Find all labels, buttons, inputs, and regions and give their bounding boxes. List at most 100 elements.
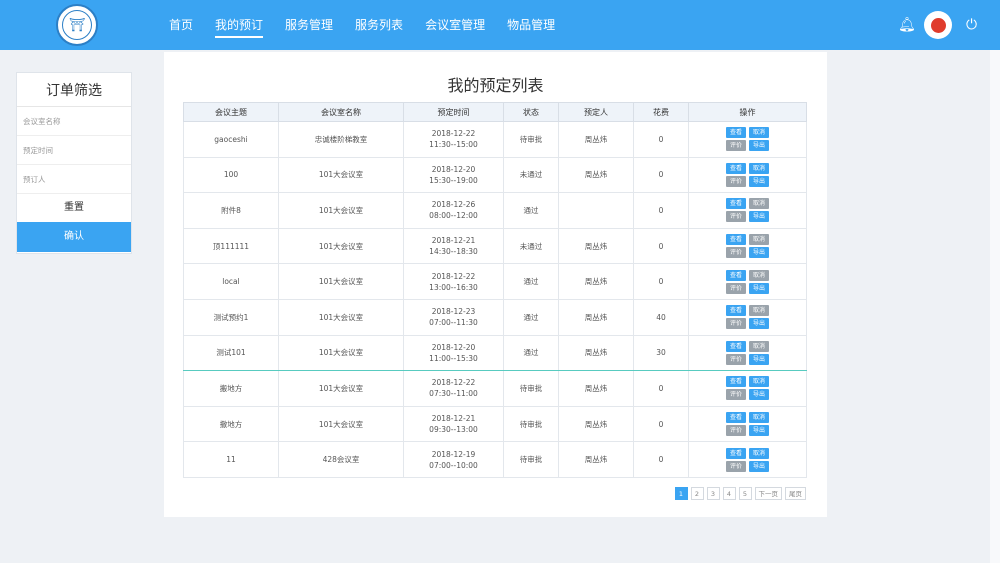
export-button[interactable]: 导出 xyxy=(749,247,769,259)
room-name-field[interactable]: 会议室名称 xyxy=(17,107,131,136)
cell-topic: 顶111111 xyxy=(183,227,279,265)
scrollbar-track[interactable] xyxy=(990,50,1000,563)
reset-button[interactable]: 重置 xyxy=(17,194,131,222)
cancel-button[interactable]: 取消 xyxy=(749,305,769,317)
table-row[interactable]: 撒地方 101大会议室 2018-12-21 09:30--13:00 待审批 周丛炜 0 查… xyxy=(183,405,807,443)
nav-service-list[interactable]: 服务列表 xyxy=(344,0,414,50)
table-row[interactable]: 顶111111 101大会议室 2018-12-21 14:30--18:30 未通过周… xyxy=(183,227,807,265)
nav-service-management[interactable]: 服务管理 xyxy=(274,0,344,50)
view-button[interactable]: 查看 xyxy=(726,447,746,459)
page-button-1[interactable]: 1 xyxy=(674,487,688,500)
view-button[interactable]: 查看 xyxy=(726,162,746,174)
logo[interactable]: ⛩ xyxy=(56,4,98,46)
cancel-button[interactable]: 取消 xyxy=(749,127,769,139)
export-button[interactable]: 导出 xyxy=(749,353,769,365)
next-page-button[interactable]: 下一页 xyxy=(754,487,782,500)
view-button[interactable]: 查看 xyxy=(726,412,746,424)
cell-room: 428会议室 xyxy=(278,441,404,478)
view-button[interactable]: 查看 xyxy=(726,376,746,388)
export-button[interactable]: 导出 xyxy=(749,460,769,472)
nav-item-management[interactable]: 物品管理 xyxy=(496,0,566,50)
rate-button[interactable]: 评价 xyxy=(726,425,746,437)
table-row[interactable]: 11 428会议室 2018-12-19 07:00--10:00 待审批 周丛炜 0 查看取… xyxy=(183,441,807,478)
cancel-button[interactable]: 取消 xyxy=(749,412,769,424)
cell-time-range: 07:30--11:00 xyxy=(429,389,478,399)
cell-booker: 周丛炜 xyxy=(558,121,634,158)
view-button[interactable]: 查看 xyxy=(726,198,746,210)
table-row[interactable]: 100 101大会议室 2018-12-20 15:30--19:00 未通过 周丛炜 0 查… xyxy=(183,156,807,194)
last-page-button[interactable]: 尾页 xyxy=(785,487,806,500)
rate-button[interactable]: 评价 xyxy=(726,318,746,330)
rate-button[interactable]: 评价 xyxy=(726,247,746,259)
cancel-button[interactable]: 取消 xyxy=(749,269,769,281)
booking-time-field[interactable]: 预定时间 xyxy=(17,136,131,165)
power-icon[interactable]: ⏻ xyxy=(966,15,977,35)
rate-button[interactable]: 评价 xyxy=(726,140,746,152)
view-button[interactable]: 查看 xyxy=(726,234,746,246)
action-buttons: 查看 取消 评价 导出 xyxy=(689,127,806,152)
table-row[interactable]: 搬地方 101大会议室 2018-12-22 07:30--11:00 待审批 周丛炜 0 查… xyxy=(183,370,807,407)
cancel-button[interactable]: 取消 xyxy=(749,447,769,459)
nav-my-bookings[interactable]: 我的预订 xyxy=(204,0,274,50)
page-button-5[interactable]: 5 xyxy=(738,487,752,500)
cell-time-range: 13:00--16:30 xyxy=(429,282,478,292)
cancel-button[interactable]: 取消 xyxy=(749,162,769,174)
nav-meeting-room-management[interactable]: 会议室管理 xyxy=(414,0,496,50)
table-row[interactable]: local 101大会议室 2018-12-22 13:00--16:30 通过 周丛炜 0… xyxy=(183,263,807,300)
cancel-button[interactable]: 取消 xyxy=(749,340,769,352)
export-button[interactable]: 导出 xyxy=(749,389,769,401)
page-button-4[interactable]: 4 xyxy=(722,487,736,500)
cell-topic: 测试预约1 xyxy=(183,298,279,336)
cell-room: 101大会议室 xyxy=(278,263,404,300)
cell-date: 2018-12-23 xyxy=(431,307,476,317)
cell-time: 2018-12-21 09:30--13:00 xyxy=(403,405,504,443)
rate-button[interactable]: 评价 xyxy=(726,353,746,365)
cancel-button[interactable]: 取消 xyxy=(749,198,769,210)
view-button[interactable]: 查看 xyxy=(726,127,746,139)
view-button[interactable]: 查看 xyxy=(726,340,746,352)
cell-actions: 查看 取消 评价 导出 xyxy=(688,263,807,300)
cell-booker: 周丛炜 xyxy=(558,227,634,265)
cell-room: 101大会议室 xyxy=(278,156,404,194)
column-header-cost: 花费 xyxy=(633,102,689,122)
export-button[interactable]: 导出 xyxy=(749,318,769,330)
bell-icon[interactable]: 🔔︎ xyxy=(898,15,916,35)
cell-room: 忠诚楼阶梯教室 xyxy=(278,121,404,158)
cancel-button[interactable]: 取消 xyxy=(749,376,769,388)
cell-status: 通过 xyxy=(503,192,559,229)
rate-button[interactable]: 评价 xyxy=(726,211,746,223)
export-button[interactable]: 导出 xyxy=(749,140,769,152)
rate-button[interactable]: 评价 xyxy=(726,389,746,401)
page-button-3[interactable]: 3 xyxy=(706,487,720,500)
cell-time: 2018-12-23 07:00--11:30 xyxy=(403,298,504,336)
avatar[interactable] xyxy=(924,11,952,39)
export-button[interactable]: 导出 xyxy=(749,282,769,294)
view-button[interactable]: 查看 xyxy=(726,269,746,281)
cell-time-range: 08:00--12:00 xyxy=(429,211,478,221)
cell-status: 通过 xyxy=(503,334,559,372)
university-seal-icon: ⛩ xyxy=(62,10,92,40)
table-row[interactable]: 测试101 101大会议室 2018-12-20 11:00--15:30 通过 周丛炜 3… xyxy=(183,334,807,372)
page-button-2[interactable]: 2 xyxy=(690,487,704,500)
nav-home[interactable]: 首页 xyxy=(158,0,204,50)
order-filter-panel: 订单筛选 会议室名称 预定时间 预订人 重置 确认 xyxy=(16,72,132,254)
table-row[interactable]: 附件8 101大会议室 2018-12-26 08:00--12:00 通过 0 查看 取消评… xyxy=(183,192,807,229)
column-header-topic: 会议主题 xyxy=(183,102,279,122)
rate-button[interactable]: 评价 xyxy=(726,460,746,472)
cell-status: 待审批 xyxy=(503,441,559,478)
confirm-button[interactable]: 确认 xyxy=(17,222,131,252)
export-button[interactable]: 导出 xyxy=(749,211,769,223)
table-row[interactable]: gaoceshi 忠诚楼阶梯教室 2018-12-22 11:30--15:00 待审批… xyxy=(183,121,807,158)
rate-button[interactable]: 评价 xyxy=(726,282,746,294)
export-button[interactable]: 导出 xyxy=(749,425,769,437)
filter-title: 订单筛选 xyxy=(17,73,131,107)
rate-button[interactable]: 评价 xyxy=(726,175,746,187)
view-button[interactable]: 查看 xyxy=(726,305,746,317)
export-button[interactable]: 导出 xyxy=(749,175,769,187)
booker-field[interactable]: 预订人 xyxy=(17,165,131,194)
cancel-button[interactable]: 取消 xyxy=(749,234,769,246)
cell-topic: gaoceshi xyxy=(183,121,279,158)
cell-time: 2018-12-20 15:30--19:00 xyxy=(403,156,504,194)
cell-date: 2018-12-19 xyxy=(431,449,476,459)
table-row[interactable]: 测试预约1 101大会议室 2018-12-23 07:00--11:30 通过 周丛炜 4… xyxy=(183,298,807,336)
